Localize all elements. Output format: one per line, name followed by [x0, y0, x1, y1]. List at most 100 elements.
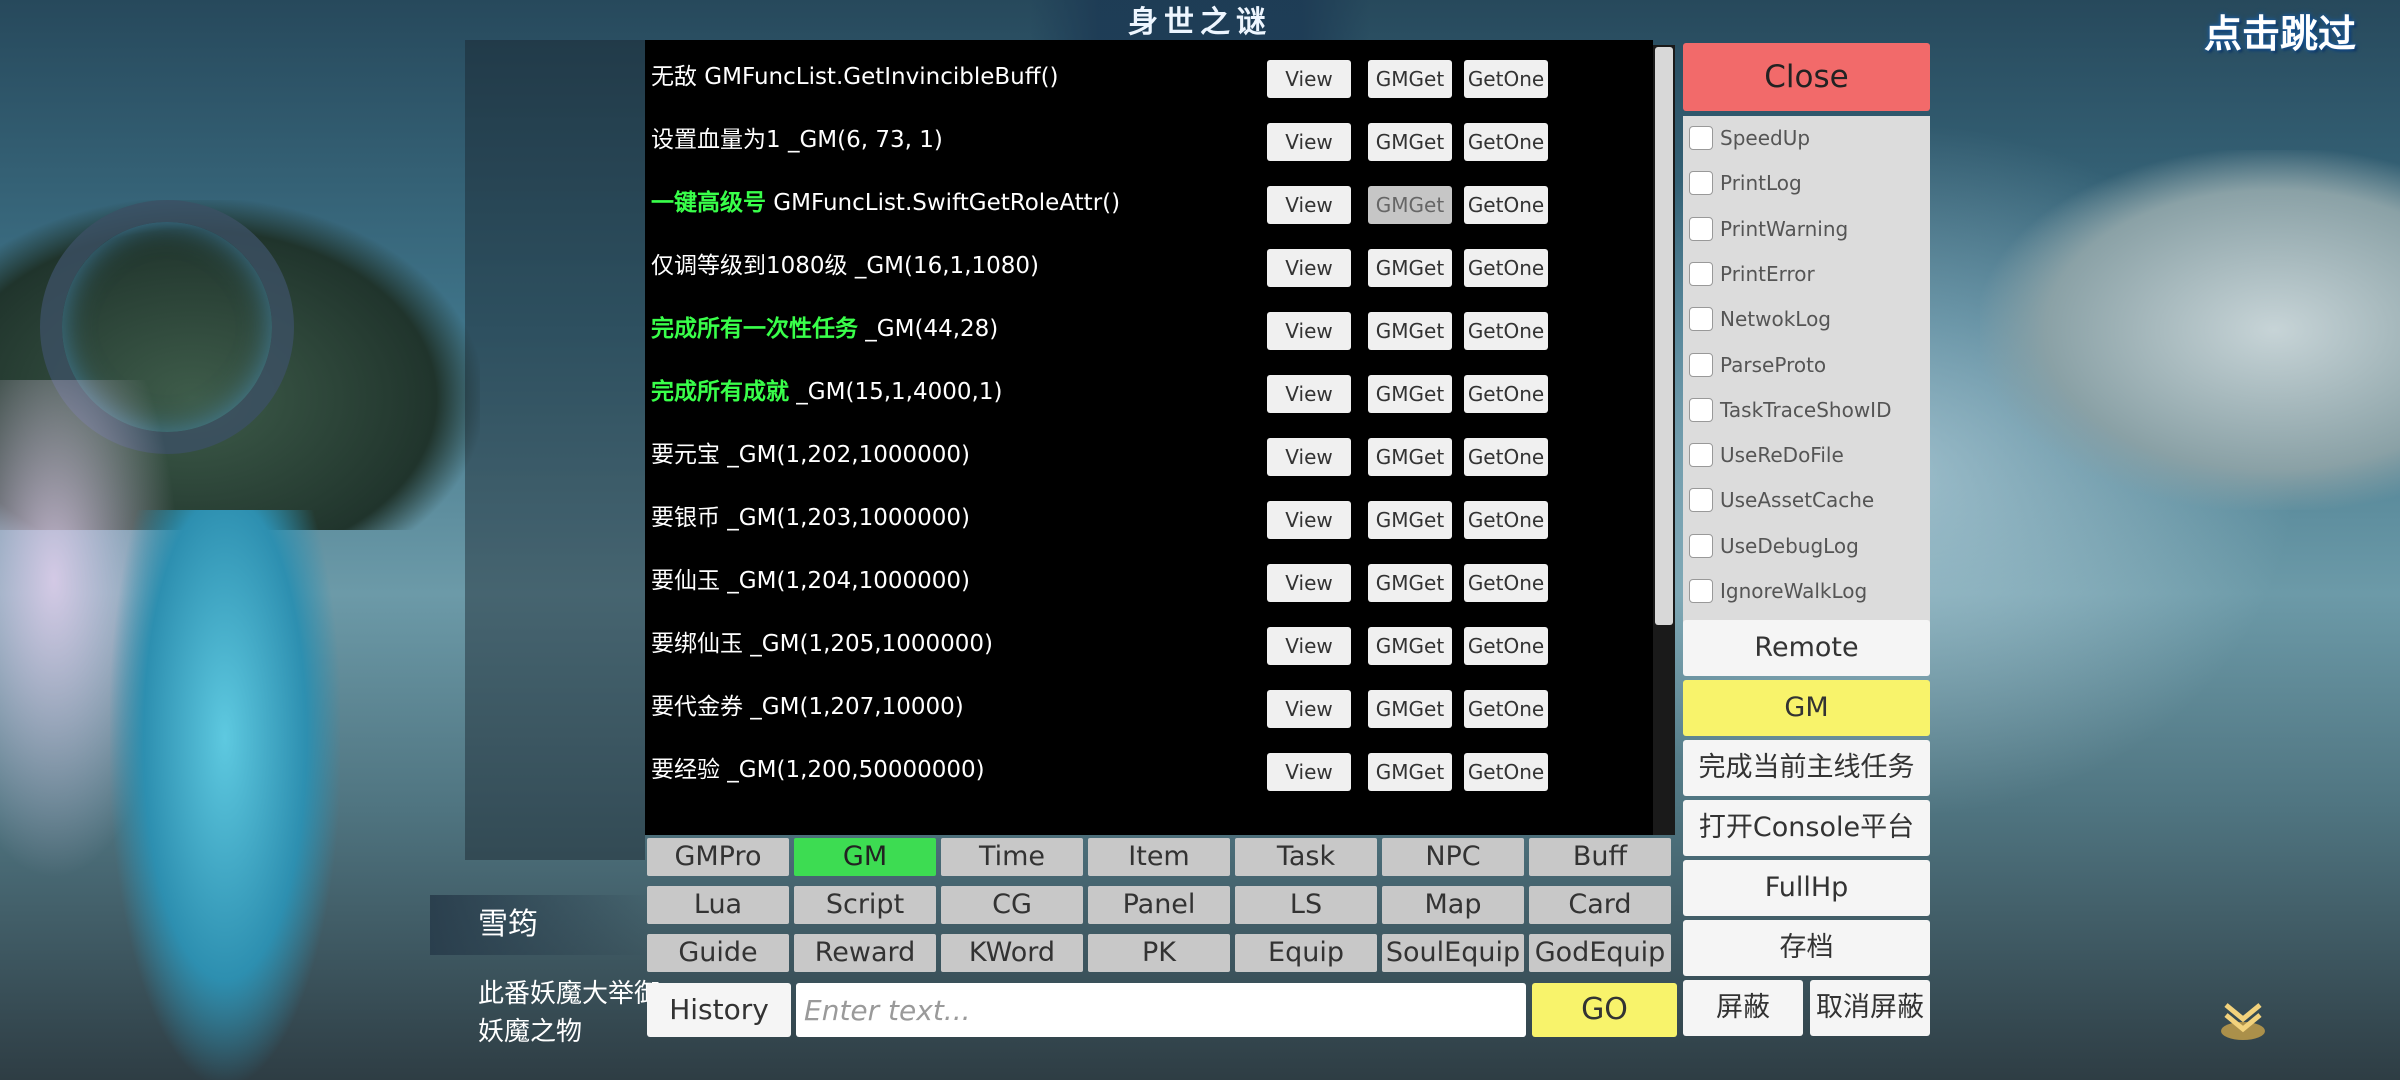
gmget-button[interactable]: GMGet	[1368, 690, 1452, 728]
gmget-button[interactable]: GMGet	[1368, 312, 1452, 350]
gmget-button[interactable]: GMGet	[1368, 123, 1452, 161]
tab-equip[interactable]: Equip	[1235, 934, 1377, 972]
tab-cg[interactable]: CG	[941, 886, 1083, 924]
checkbox[interactable]	[1689, 216, 1713, 241]
option-useredofile[interactable]: UseReDoFile	[1683, 433, 1930, 478]
gmget-button[interactable]: GMGet	[1368, 753, 1452, 791]
checkbox[interactable]	[1689, 126, 1713, 150]
tab-buff[interactable]: Buff	[1529, 838, 1671, 876]
checkbox[interactable]	[1689, 397, 1713, 422]
tab-npc[interactable]: NPC	[1382, 838, 1524, 876]
checkbox[interactable]	[1689, 307, 1713, 332]
tab-panel[interactable]: Panel	[1088, 886, 1230, 924]
gmget-button[interactable]: GMGet	[1368, 564, 1452, 602]
gmget-button[interactable]: GMGet	[1368, 249, 1452, 287]
getone-button[interactable]: GetOne	[1464, 375, 1548, 413]
option-printwarning[interactable]: PrintWarning	[1683, 207, 1930, 252]
view-button[interactable]: View	[1267, 627, 1351, 665]
view-button[interactable]: View	[1267, 123, 1351, 161]
gmget-button[interactable]: GMGet	[1368, 60, 1452, 98]
option-ignorewalklog[interactable]: IgnoreWalkLog	[1683, 569, 1930, 614]
full-hp-button[interactable]: FullHp	[1683, 860, 1930, 916]
tab-soulequip[interactable]: SoulEquip	[1382, 934, 1524, 972]
view-button[interactable]: View	[1267, 375, 1351, 413]
getone-button[interactable]: GetOne	[1464, 627, 1548, 665]
scrollbar-thumb[interactable]	[1655, 47, 1673, 625]
tab-task[interactable]: Task	[1235, 838, 1377, 876]
view-button[interactable]: View	[1267, 312, 1351, 350]
tab-script[interactable]: Script	[794, 886, 936, 924]
option-parseproto[interactable]: ParseProto	[1683, 343, 1930, 388]
checkbox[interactable]	[1689, 579, 1713, 603]
tab-gm[interactable]: GM	[794, 838, 936, 876]
checkbox[interactable]	[1689, 488, 1713, 513]
checkbox[interactable]	[1689, 171, 1713, 196]
view-button[interactable]: View	[1267, 186, 1351, 224]
gmget-button[interactable]: GMGet	[1368, 501, 1452, 539]
view-button[interactable]: View	[1267, 438, 1351, 476]
view-button[interactable]: View	[1267, 249, 1351, 287]
skip-button[interactable]: 点击跳过	[2170, 8, 2390, 60]
go-button[interactable]: GO	[1532, 983, 1677, 1037]
getone-button[interactable]: GetOne	[1464, 564, 1548, 602]
getone-button[interactable]: GetOne	[1464, 312, 1548, 350]
getone-button[interactable]: GetOne	[1464, 438, 1548, 476]
option-usedebuglog[interactable]: UseDebugLog	[1683, 524, 1930, 569]
option-netwoklog[interactable]: NetwokLog	[1683, 297, 1930, 342]
tab-kword[interactable]: KWord	[941, 934, 1083, 972]
tab-godequip[interactable]: GodEquip	[1529, 934, 1671, 972]
getone-button[interactable]: GetOne	[1464, 690, 1548, 728]
tab-guide[interactable]: Guide	[647, 934, 789, 972]
open-console-button[interactable]: 打开Console平台	[1683, 800, 1930, 856]
gmget-button[interactable]: GMGet	[1368, 375, 1452, 413]
gm-command-list[interactable]: 无敌 GMFuncList.GetInvincibleBuff() View GMG…	[645, 40, 1653, 835]
gm-command-row: 要绑仙玉 _GM(1,205,1000000) View GMGet GetOne	[645, 619, 1653, 669]
view-button[interactable]: View	[1267, 690, 1351, 728]
save-button[interactable]: 存档	[1683, 920, 1930, 976]
checkbox[interactable]	[1689, 443, 1713, 468]
option-printerror[interactable]: PrintError	[1683, 252, 1930, 297]
tab-map[interactable]: Map	[1382, 886, 1524, 924]
command-input[interactable]	[796, 983, 1526, 1037]
history-button[interactable]: History	[647, 983, 791, 1037]
complete-main-quest-button[interactable]: 完成当前主线任务	[1683, 740, 1930, 796]
tab-card[interactable]: Card	[1529, 886, 1671, 924]
getone-button[interactable]: GetOne	[1464, 123, 1548, 161]
remote-button[interactable]: Remote	[1683, 620, 1930, 676]
checkbox-label: PrintWarning	[1720, 216, 1849, 241]
unshield-button[interactable]: 取消屏蔽	[1810, 980, 1930, 1036]
option-useassetcache[interactable]: UseAssetCache	[1683, 478, 1930, 523]
tab-time[interactable]: Time	[941, 838, 1083, 876]
gm-command-label: 一键高级号 GMFuncList.SwiftGetRoleAttr()	[651, 178, 1120, 228]
gm-command-text: _GM(15,1,4000,1)	[789, 379, 1003, 405]
checkbox[interactable]	[1689, 533, 1713, 558]
tab-ls[interactable]: LS	[1235, 886, 1377, 924]
gmget-button[interactable]: GMGet	[1368, 438, 1452, 476]
view-button[interactable]: View	[1267, 753, 1351, 791]
gmget-button[interactable]: GMGet	[1368, 627, 1452, 665]
checkbox[interactable]	[1689, 352, 1713, 377]
tab-reward[interactable]: Reward	[794, 934, 936, 972]
close-button[interactable]: Close	[1683, 43, 1930, 111]
checkbox[interactable]	[1689, 261, 1713, 286]
shield-button[interactable]: 屏蔽	[1683, 980, 1803, 1036]
tab-item[interactable]: Item	[1088, 838, 1230, 876]
list-scrollbar[interactable]	[1653, 45, 1675, 835]
tab-lua[interactable]: Lua	[647, 886, 789, 924]
getone-button[interactable]: GetOne	[1464, 60, 1548, 98]
view-button[interactable]: View	[1267, 501, 1351, 539]
expand-chevron-icon[interactable]	[2218, 995, 2268, 1045]
view-button[interactable]: View	[1267, 60, 1351, 98]
tab-gmpro[interactable]: GMPro	[647, 838, 789, 876]
tab-pk[interactable]: PK	[1088, 934, 1230, 972]
gm-panel-button[interactable]: GM	[1683, 680, 1930, 736]
getone-button[interactable]: GetOne	[1464, 186, 1548, 224]
getone-button[interactable]: GetOne	[1464, 753, 1548, 791]
view-button[interactable]: View	[1267, 564, 1351, 602]
gmget-button[interactable]: GMGet	[1368, 186, 1452, 224]
getone-button[interactable]: GetOne	[1464, 501, 1548, 539]
option-tasktraceshowid[interactable]: TaskTraceShowID	[1683, 388, 1930, 433]
option-printlog[interactable]: PrintLog	[1683, 161, 1930, 206]
option-speedup[interactable]: SpeedUp	[1683, 116, 1930, 161]
getone-button[interactable]: GetOne	[1464, 249, 1548, 287]
